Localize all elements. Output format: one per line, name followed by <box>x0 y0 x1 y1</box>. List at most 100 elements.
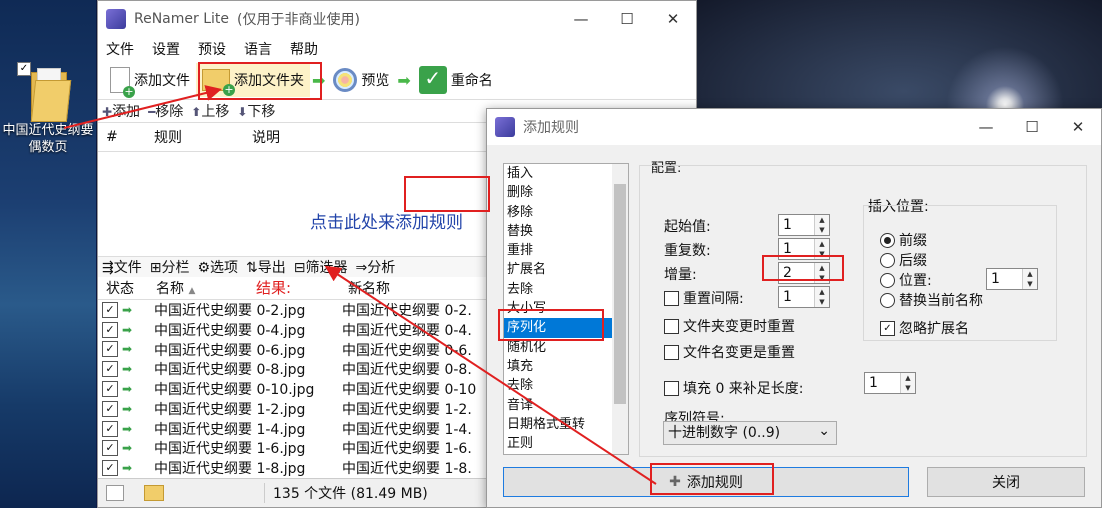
arrow-right-icon: ➡ <box>122 362 133 377</box>
rule-type-list[interactable]: 插入 删除 移除 替换 重排 扩展名 去除 大小写 序列化 随机化 填充 去除 音译 日期格式重转 正则 <box>503 163 629 455</box>
rename-button[interactable]: ✓ 重命名 <box>413 63 499 97</box>
radio-prefix[interactable]: 前缀 <box>880 230 927 250</box>
dialog-minimize-button[interactable]: — <box>963 109 1009 145</box>
step-spinner[interactable]: 2 <box>778 262 830 284</box>
folder-icon <box>27 66 72 122</box>
close-button[interactable]: ✕ <box>650 1 696 37</box>
desktop-folder-icon[interactable]: ✓ 中国近代史纲要偶数页 <box>0 58 96 156</box>
row-checkbox[interactable]: ✓ <box>102 460 118 477</box>
add-file-small-icon[interactable] <box>106 485 124 501</box>
insert-group: 前缀 后缀 位置: 1 替换当前名称 ✓忽略扩展名 <box>863 205 1057 341</box>
add-folder-label: 添加文件夹 <box>234 73 304 89</box>
menu-language[interactable]: 语言 <box>244 39 272 59</box>
step-label: 增量: <box>664 267 697 283</box>
preview-label: 预览 <box>361 73 390 89</box>
add-rule-hint[interactable]: 点击此处来添加规则 <box>310 208 463 233</box>
reset-folder-checkbox[interactable]: 文件夹变更时重置 <box>664 316 795 336</box>
row-checkbox[interactable]: ✓ <box>102 381 118 398</box>
rule-type-item[interactable]: 随机化 <box>504 338 628 357</box>
analyze-menu[interactable]: ⇒分析 <box>356 257 396 277</box>
rule-list-scrollbar[interactable] <box>612 164 628 454</box>
arrow-right-icon: ➡ <box>312 70 326 90</box>
preview-button[interactable]: 预览 <box>327 63 395 97</box>
plus-icon: ✚ <box>669 474 681 490</box>
pad-spinner[interactable]: 1 <box>864 372 916 394</box>
add-folder-small-icon[interactable] <box>144 485 164 501</box>
menu-file[interactable]: 文件 <box>106 39 134 59</box>
dialog-close-x-button[interactable]: ✕ <box>1055 109 1101 145</box>
export-menu[interactable]: ⇅导出 <box>246 257 286 277</box>
options-menu[interactable]: ⚙选项 <box>197 257 238 277</box>
ignore-ext-checkbox[interactable]: ✓ 忽略扩展名 <box>880 318 969 338</box>
rule-type-item[interactable]: 填充 <box>504 357 628 376</box>
menu-presets[interactable]: 预设 <box>198 39 226 59</box>
desktop-folder-label: 中国近代史纲要偶数页 <box>2 123 94 155</box>
col-name[interactable]: 名称 ▲ <box>148 278 340 298</box>
rule-type-item[interactable]: 去除 <box>504 376 628 395</box>
sequence-select[interactable]: 十进制数字 (0..9) <box>663 420 837 445</box>
file-newname: 中国近代史纲要 1-6. <box>342 441 472 458</box>
row-checkbox[interactable]: ✓ <box>102 361 118 378</box>
minimize-button[interactable]: — <box>558 1 604 37</box>
file-name: 中国近代史纲要 1-8.jpg <box>154 461 306 478</box>
row-checkbox[interactable]: ✓ <box>102 301 118 318</box>
close-dialog-button[interactable]: 关闭 <box>927 467 1085 497</box>
rule-type-item[interactable]: 大小写 <box>504 299 628 318</box>
radio-replace-name[interactable]: 替换当前名称 <box>880 290 983 310</box>
rule-up-button[interactable]: ⬆上移 <box>191 101 229 121</box>
col-newname[interactable]: 新名称 <box>340 278 390 298</box>
row-checkbox[interactable]: ✓ <box>102 400 118 417</box>
start-spinner[interactable]: 1 <box>778 214 830 236</box>
rule-col-index[interactable]: # <box>98 129 146 145</box>
filter-menu[interactable]: ⊟筛选器 <box>294 257 348 277</box>
files-menu[interactable]: ⇶文件 <box>102 257 142 277</box>
rule-type-item[interactable]: 重排 <box>504 241 628 260</box>
maximize-button[interactable]: ☐ <box>604 1 650 37</box>
preview-icon <box>333 68 358 92</box>
rule-type-item[interactable]: 移除 <box>504 203 628 222</box>
rule-col-rule[interactable]: 规则 <box>146 127 244 147</box>
reset-every-spinner[interactable]: 1 <box>778 286 830 308</box>
position-spinner[interactable]: 1 <box>986 268 1038 290</box>
rule-remove-button[interactable]: ━移除 <box>148 101 183 121</box>
rule-col-desc[interactable]: 说明 <box>244 127 280 147</box>
rule-type-item[interactable]: 插入 <box>504 164 628 183</box>
reset-every-checkbox[interactable]: 重置间隔: <box>664 288 744 308</box>
add-rule-link[interactable]: 添加规则 <box>395 213 463 233</box>
rule-add-button[interactable]: ✚添加 <box>102 101 140 121</box>
row-checkbox[interactable]: ✓ <box>102 321 118 338</box>
arrow-right-icon: ➡ <box>122 382 133 397</box>
row-checkbox[interactable]: ✓ <box>102 420 118 437</box>
menu-help[interactable]: 帮助 <box>290 39 318 59</box>
columns-menu[interactable]: ⊞分栏 <box>150 257 190 277</box>
renamer-app-icon <box>495 117 515 137</box>
menu-settings[interactable]: 设置 <box>152 39 180 59</box>
add-folder-button[interactable]: 添加文件夹 <box>196 63 310 97</box>
result-annotation: 结果: <box>256 279 292 297</box>
title-bar: ReNamer Lite (仅用于非商业使用) — ☐ ✕ <box>98 1 696 37</box>
rule-type-item[interactable]: 删除 <box>504 183 628 202</box>
rule-type-item[interactable]: 序列化 <box>504 318 628 338</box>
repeat-spinner[interactable]: 1 <box>778 238 830 260</box>
add-file-button[interactable]: 添加文件 <box>104 63 196 98</box>
pad-zero-checkbox[interactable]: 填充 0 来补足长度: <box>664 378 804 398</box>
add-rule-button[interactable]: ✚ 添加规则 <box>503 467 909 497</box>
reset-name-checkbox[interactable]: 文件名变更是重置 <box>664 342 795 362</box>
rule-type-item[interactable]: 正则 <box>504 434 628 453</box>
rule-type-item[interactable]: 日期格式重转 <box>504 415 628 434</box>
renamer-app-icon <box>106 9 126 29</box>
rule-type-item[interactable]: 去除 <box>504 280 628 299</box>
checkmark-icon: ✓ <box>418 66 447 94</box>
dialog-maximize-button[interactable]: ☐ <box>1009 109 1055 145</box>
row-checkbox[interactable]: ✓ <box>102 440 118 457</box>
col-state[interactable]: 状态 <box>98 278 148 298</box>
rule-type-item[interactable]: 替换 <box>504 222 628 241</box>
rule-type-item[interactable]: 扩展名 <box>504 260 628 279</box>
window-title: ReNamer Lite <box>134 11 230 27</box>
radio-position[interactable]: 位置: <box>880 270 932 290</box>
radio-suffix[interactable]: 后缀 <box>880 250 927 270</box>
rule-down-button[interactable]: ⬇下移 <box>237 101 275 121</box>
row-checkbox[interactable]: ✓ <box>102 341 118 358</box>
rule-type-item[interactable]: 音译 <box>504 396 628 415</box>
arrow-right-icon: ➡ <box>122 441 133 456</box>
